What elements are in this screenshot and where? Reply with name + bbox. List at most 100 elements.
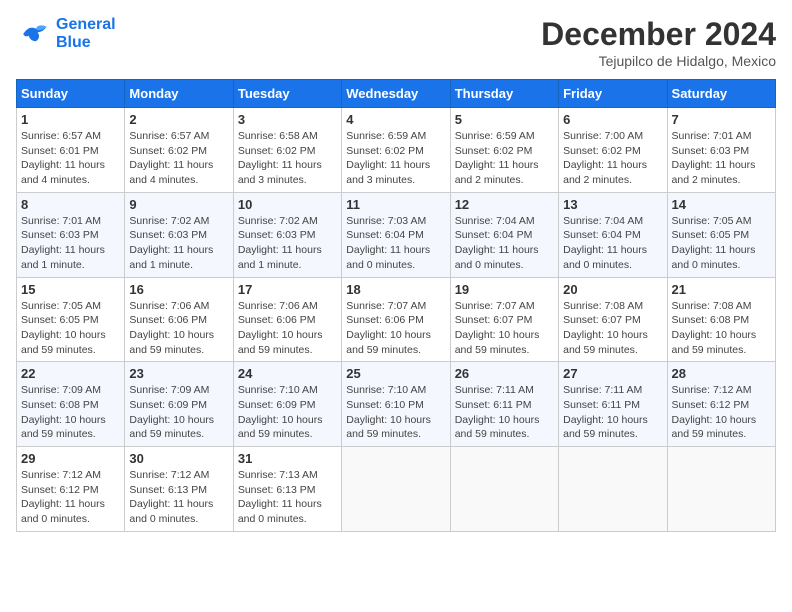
day-info: Sunrise: 7:06 AM Sunset: 6:06 PM Dayligh… xyxy=(129,299,228,358)
table-row: 23 Sunrise: 7:09 AM Sunset: 6:09 PM Dayl… xyxy=(125,362,233,447)
table-row: 17 Sunrise: 7:06 AM Sunset: 6:06 PM Dayl… xyxy=(233,277,341,362)
table-row xyxy=(559,447,667,532)
day-info: Sunrise: 7:07 AM Sunset: 6:07 PM Dayligh… xyxy=(455,299,554,358)
day-number: 1 xyxy=(21,112,120,127)
table-row: 30 Sunrise: 7:12 AM Sunset: 6:13 PM Dayl… xyxy=(125,447,233,532)
day-info: Sunrise: 6:57 AM Sunset: 6:01 PM Dayligh… xyxy=(21,129,120,188)
page-header: General Blue December 2024 Tejupilco de … xyxy=(16,16,776,69)
table-row: 27 Sunrise: 7:11 AM Sunset: 6:11 PM Dayl… xyxy=(559,362,667,447)
table-row: 7 Sunrise: 7:01 AM Sunset: 6:03 PM Dayli… xyxy=(667,108,775,193)
table-row: 14 Sunrise: 7:05 AM Sunset: 6:05 PM Dayl… xyxy=(667,192,775,277)
day-number: 11 xyxy=(346,197,445,212)
day-info: Sunrise: 7:11 AM Sunset: 6:11 PM Dayligh… xyxy=(563,383,662,442)
day-info: Sunrise: 7:11 AM Sunset: 6:11 PM Dayligh… xyxy=(455,383,554,442)
table-row: 6 Sunrise: 7:00 AM Sunset: 6:02 PM Dayli… xyxy=(559,108,667,193)
day-info: Sunrise: 7:08 AM Sunset: 6:08 PM Dayligh… xyxy=(672,299,771,358)
day-info: Sunrise: 7:06 AM Sunset: 6:06 PM Dayligh… xyxy=(238,299,337,358)
header-tuesday: Tuesday xyxy=(233,80,341,108)
day-number: 28 xyxy=(672,366,771,381)
day-number: 6 xyxy=(563,112,662,127)
day-number: 9 xyxy=(129,197,228,212)
day-info: Sunrise: 7:12 AM Sunset: 6:13 PM Dayligh… xyxy=(129,468,228,527)
table-row: 20 Sunrise: 7:08 AM Sunset: 6:07 PM Dayl… xyxy=(559,277,667,362)
table-row: 5 Sunrise: 6:59 AM Sunset: 6:02 PM Dayli… xyxy=(450,108,558,193)
day-number: 4 xyxy=(346,112,445,127)
day-number: 21 xyxy=(672,282,771,297)
day-number: 30 xyxy=(129,451,228,466)
table-row xyxy=(342,447,450,532)
header-monday: Monday xyxy=(125,80,233,108)
day-number: 14 xyxy=(672,197,771,212)
table-row: 16 Sunrise: 7:06 AM Sunset: 6:06 PM Dayl… xyxy=(125,277,233,362)
day-number: 2 xyxy=(129,112,228,127)
table-row: 8 Sunrise: 7:01 AM Sunset: 6:03 PM Dayli… xyxy=(17,192,125,277)
calendar-week-row: 22 Sunrise: 7:09 AM Sunset: 6:08 PM Dayl… xyxy=(17,362,776,447)
day-info: Sunrise: 7:05 AM Sunset: 6:05 PM Dayligh… xyxy=(672,214,771,273)
header-sunday: Sunday xyxy=(17,80,125,108)
day-number: 7 xyxy=(672,112,771,127)
day-number: 18 xyxy=(346,282,445,297)
table-row: 28 Sunrise: 7:12 AM Sunset: 6:12 PM Dayl… xyxy=(667,362,775,447)
day-number: 10 xyxy=(238,197,337,212)
day-info: Sunrise: 7:01 AM Sunset: 6:03 PM Dayligh… xyxy=(21,214,120,273)
day-info: Sunrise: 7:03 AM Sunset: 6:04 PM Dayligh… xyxy=(346,214,445,273)
table-row: 24 Sunrise: 7:10 AM Sunset: 6:09 PM Dayl… xyxy=(233,362,341,447)
day-number: 22 xyxy=(21,366,120,381)
day-number: 23 xyxy=(129,366,228,381)
table-row: 21 Sunrise: 7:08 AM Sunset: 6:08 PM Dayl… xyxy=(667,277,775,362)
calendar-header-row: Sunday Monday Tuesday Wednesday Thursday… xyxy=(17,80,776,108)
day-info: Sunrise: 7:00 AM Sunset: 6:02 PM Dayligh… xyxy=(563,129,662,188)
day-info: Sunrise: 7:09 AM Sunset: 6:09 PM Dayligh… xyxy=(129,383,228,442)
day-number: 3 xyxy=(238,112,337,127)
day-info: Sunrise: 7:08 AM Sunset: 6:07 PM Dayligh… xyxy=(563,299,662,358)
calendar-week-row: 15 Sunrise: 7:05 AM Sunset: 6:05 PM Dayl… xyxy=(17,277,776,362)
table-row: 10 Sunrise: 7:02 AM Sunset: 6:03 PM Dayl… xyxy=(233,192,341,277)
table-row xyxy=(667,447,775,532)
day-number: 29 xyxy=(21,451,120,466)
day-number: 13 xyxy=(563,197,662,212)
day-info: Sunrise: 7:13 AM Sunset: 6:13 PM Dayligh… xyxy=(238,468,337,527)
calendar-week-row: 1 Sunrise: 6:57 AM Sunset: 6:01 PM Dayli… xyxy=(17,108,776,193)
table-row xyxy=(450,447,558,532)
table-row: 31 Sunrise: 7:13 AM Sunset: 6:13 PM Dayl… xyxy=(233,447,341,532)
day-info: Sunrise: 7:09 AM Sunset: 6:08 PM Dayligh… xyxy=(21,383,120,442)
day-info: Sunrise: 7:12 AM Sunset: 6:12 PM Dayligh… xyxy=(672,383,771,442)
day-info: Sunrise: 7:10 AM Sunset: 6:09 PM Dayligh… xyxy=(238,383,337,442)
table-row: 26 Sunrise: 7:11 AM Sunset: 6:11 PM Dayl… xyxy=(450,362,558,447)
day-number: 31 xyxy=(238,451,337,466)
day-number: 17 xyxy=(238,282,337,297)
title-block: December 2024 Tejupilco de Hidalgo, Mexi… xyxy=(541,16,776,69)
table-row: 1 Sunrise: 6:57 AM Sunset: 6:01 PM Dayli… xyxy=(17,108,125,193)
table-row: 4 Sunrise: 6:59 AM Sunset: 6:02 PM Dayli… xyxy=(342,108,450,193)
header-wednesday: Wednesday xyxy=(342,80,450,108)
logo-text: General Blue xyxy=(56,16,116,52)
table-row: 29 Sunrise: 7:12 AM Sunset: 6:12 PM Dayl… xyxy=(17,447,125,532)
day-info: Sunrise: 7:10 AM Sunset: 6:10 PM Dayligh… xyxy=(346,383,445,442)
day-number: 24 xyxy=(238,366,337,381)
table-row: 19 Sunrise: 7:07 AM Sunset: 6:07 PM Dayl… xyxy=(450,277,558,362)
day-number: 25 xyxy=(346,366,445,381)
header-friday: Friday xyxy=(559,80,667,108)
day-info: Sunrise: 7:01 AM Sunset: 6:03 PM Dayligh… xyxy=(672,129,771,188)
day-info: Sunrise: 7:02 AM Sunset: 6:03 PM Dayligh… xyxy=(238,214,337,273)
table-row: 13 Sunrise: 7:04 AM Sunset: 6:04 PM Dayl… xyxy=(559,192,667,277)
day-info: Sunrise: 7:05 AM Sunset: 6:05 PM Dayligh… xyxy=(21,299,120,358)
day-number: 16 xyxy=(129,282,228,297)
day-number: 19 xyxy=(455,282,554,297)
day-number: 27 xyxy=(563,366,662,381)
day-number: 15 xyxy=(21,282,120,297)
logo-icon xyxy=(16,16,52,52)
day-number: 26 xyxy=(455,366,554,381)
month-title: December 2024 xyxy=(541,16,776,53)
calendar-week-row: 29 Sunrise: 7:12 AM Sunset: 6:12 PM Dayl… xyxy=(17,447,776,532)
table-row: 25 Sunrise: 7:10 AM Sunset: 6:10 PM Dayl… xyxy=(342,362,450,447)
table-row: 22 Sunrise: 7:09 AM Sunset: 6:08 PM Dayl… xyxy=(17,362,125,447)
table-row: 2 Sunrise: 6:57 AM Sunset: 6:02 PM Dayli… xyxy=(125,108,233,193)
day-info: Sunrise: 7:12 AM Sunset: 6:12 PM Dayligh… xyxy=(21,468,120,527)
day-info: Sunrise: 7:07 AM Sunset: 6:06 PM Dayligh… xyxy=(346,299,445,358)
day-info: Sunrise: 6:59 AM Sunset: 6:02 PM Dayligh… xyxy=(455,129,554,188)
day-number: 8 xyxy=(21,197,120,212)
day-info: Sunrise: 7:04 AM Sunset: 6:04 PM Dayligh… xyxy=(455,214,554,273)
table-row: 3 Sunrise: 6:58 AM Sunset: 6:02 PM Dayli… xyxy=(233,108,341,193)
header-saturday: Saturday xyxy=(667,80,775,108)
